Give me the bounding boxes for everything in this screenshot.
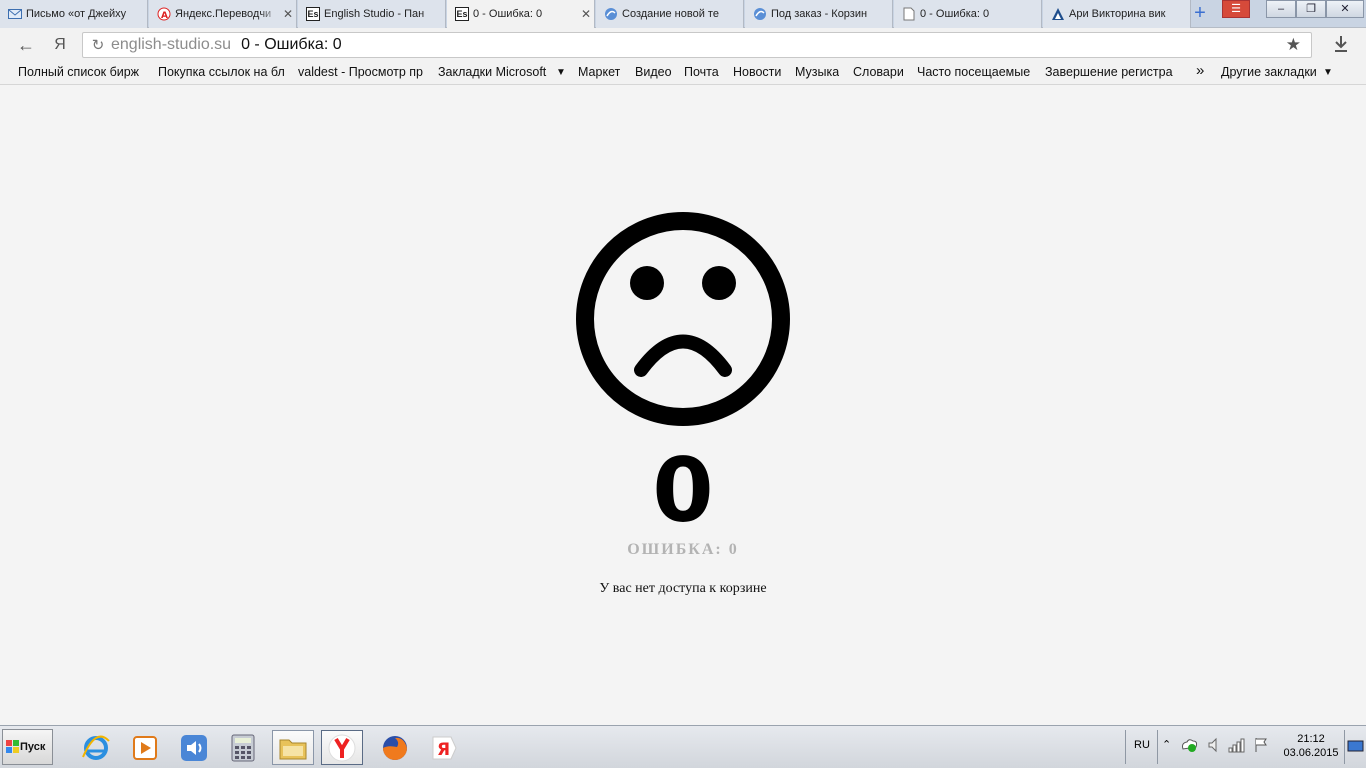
other-bookmarks-folder[interactable]: Другие закладки (1221, 65, 1317, 79)
close-window-button[interactable]: ✕ (1326, 0, 1364, 18)
tab-error-active[interactable]: Es 0 - Ошибка: 0 ✕ (447, 0, 595, 29)
page-content: 0 ОШИБКА: 0 У вас нет доступа к корзине (0, 85, 1366, 725)
network-sync-icon[interactable] (1180, 737, 1198, 758)
windows-logo-icon (6, 740, 19, 753)
bookmark-item[interactable]: Словари (853, 65, 904, 79)
triangle-icon (1051, 7, 1065, 21)
tab-english-studio[interactable]: Es English Studio - Пан (298, 0, 446, 28)
tab-yandex-translate[interactable]: A Яндекс.Переводчи ✕ (149, 0, 297, 28)
download-icon[interactable] (1330, 34, 1352, 56)
toolbar: ← Я ↻ english-studio.su 0 - Ошибка: 0 ★ (0, 28, 1366, 62)
ie-icon[interactable] (75, 730, 117, 765)
tab-strip: Письмо «от Джейху A Яндекс.Переводчи ✕ E… (0, 0, 1366, 29)
tray-divider (1157, 730, 1158, 764)
tab-title: English Studio - Пан (324, 8, 425, 20)
bookmark-item[interactable]: Новости (733, 65, 781, 79)
tab-error-2[interactable]: 0 - Ошибка: 0 (894, 0, 1042, 28)
back-arrow-icon[interactable]: ← (14, 34, 38, 56)
flag-icon[interactable] (1253, 737, 1269, 758)
tab-title: Ари Викторина вик (1069, 8, 1166, 20)
bookmarks-overflow-button[interactable]: » (1196, 62, 1204, 79)
yandex-logo-icon[interactable]: Я (50, 34, 70, 56)
bookmark-item[interactable]: valdest - Просмотр пр (298, 65, 426, 79)
reload-icon[interactable]: ↻ (87, 36, 109, 54)
tab-title: Создание новой те (622, 8, 719, 20)
english-studio-icon: Es (455, 7, 469, 21)
clock-date: 03.06.2015 (1283, 747, 1339, 759)
show-desktop-button[interactable] (1344, 730, 1364, 764)
maximize-button[interactable]: ❐ (1296, 0, 1326, 18)
tray-expand-icon[interactable]: ⌃ (1162, 738, 1171, 751)
bookmark-item[interactable]: Полный список бирж (18, 65, 146, 79)
yandex-icon[interactable]: Я (423, 730, 465, 765)
clock[interactable]: 21:12 03.06.2015 (1283, 732, 1339, 760)
close-icon[interactable]: ✕ (280, 7, 296, 21)
tab-title: Под заказ - Корзин (771, 8, 868, 20)
url-host: english-studio.su (111, 36, 232, 53)
svg-text:A: A (161, 11, 168, 21)
signal-icon[interactable] (1228, 737, 1246, 758)
yandex-translate-icon: A (157, 7, 171, 21)
desktop-icon (1347, 740, 1364, 752)
media-player-icon[interactable] (124, 730, 166, 765)
forum-icon (753, 7, 767, 21)
tab-create-topic[interactable]: Создание новой те (596, 0, 744, 28)
taskbar: Пуск Я RU ⌃ 21:12 03.06.2015 (0, 725, 1366, 768)
chevron-down-icon: ▼ (556, 67, 566, 78)
forum-icon (604, 7, 618, 21)
url-page-title: 0 - Ошибка: 0 (241, 36, 342, 53)
sad-face-icon (576, 212, 790, 426)
bookmark-item[interactable]: Покупка ссылок на бл (158, 65, 286, 79)
tab-title: 0 - Ошибка: 0 (920, 8, 990, 20)
address-bar[interactable]: ↻ english-studio.su 0 - Ошибка: 0 ★ (82, 32, 1312, 58)
svg-text:Я: Я (437, 740, 450, 760)
error-code: 0 (652, 439, 714, 542)
minimize-button[interactable]: – (1266, 0, 1296, 18)
language-indicator[interactable]: RU (1134, 739, 1150, 751)
calculator-icon[interactable] (222, 730, 264, 765)
bookmark-item[interactable]: Музыка (795, 65, 839, 79)
bookmark-folder-microsoft[interactable]: Закладки Microsoft (438, 65, 552, 79)
tab-title: Яндекс.Переводчи (175, 8, 272, 20)
file-explorer-icon[interactable] (272, 730, 314, 765)
tab-title: 0 - Ошибка: 0 (473, 8, 543, 20)
clock-time: 21:12 (1297, 733, 1325, 745)
bookmark-item[interactable]: Видео (635, 65, 672, 79)
tab-mail[interactable]: Письмо «от Джейху (0, 0, 148, 28)
bookmarks-bar: Полный список бирж Покупка ссылок на бл … (0, 62, 1366, 85)
bookmark-item[interactable]: Завершение регистра (1045, 65, 1173, 79)
mail-icon (8, 7, 22, 21)
close-icon[interactable]: ✕ (578, 7, 594, 21)
speaker-icon[interactable] (1207, 737, 1221, 758)
firefox-icon[interactable] (374, 730, 416, 765)
start-button[interactable]: Пуск (2, 729, 53, 765)
bookmark-item[interactable]: Часто посещаемые (917, 65, 1030, 79)
yandex-browser-icon[interactable] (321, 730, 363, 765)
tab-cart[interactable]: Под заказ - Корзин (745, 0, 893, 28)
error-label: ОШИБКА: 0 (627, 541, 739, 558)
bookmark-item[interactable]: Маркет (578, 65, 620, 79)
tab-quiz[interactable]: Ари Викторина вик (1043, 0, 1191, 28)
star-icon[interactable]: ★ (1286, 35, 1301, 55)
browser-menu-button[interactable]: ☰ (1222, 0, 1250, 18)
tab-title: Письмо «от Джейху (26, 8, 127, 20)
volume-app-icon[interactable] (173, 730, 215, 765)
chevron-down-icon: ▼ (1323, 67, 1333, 78)
tray-divider (1125, 730, 1126, 764)
new-tab-button[interactable]: + (1189, 3, 1211, 25)
start-label: Пуск (20, 741, 46, 753)
bookmark-item[interactable]: Почта (684, 65, 719, 79)
english-studio-icon: Es (306, 7, 320, 21)
page-icon (902, 7, 916, 21)
error-message: У вас нет доступа к корзине (599, 581, 767, 596)
